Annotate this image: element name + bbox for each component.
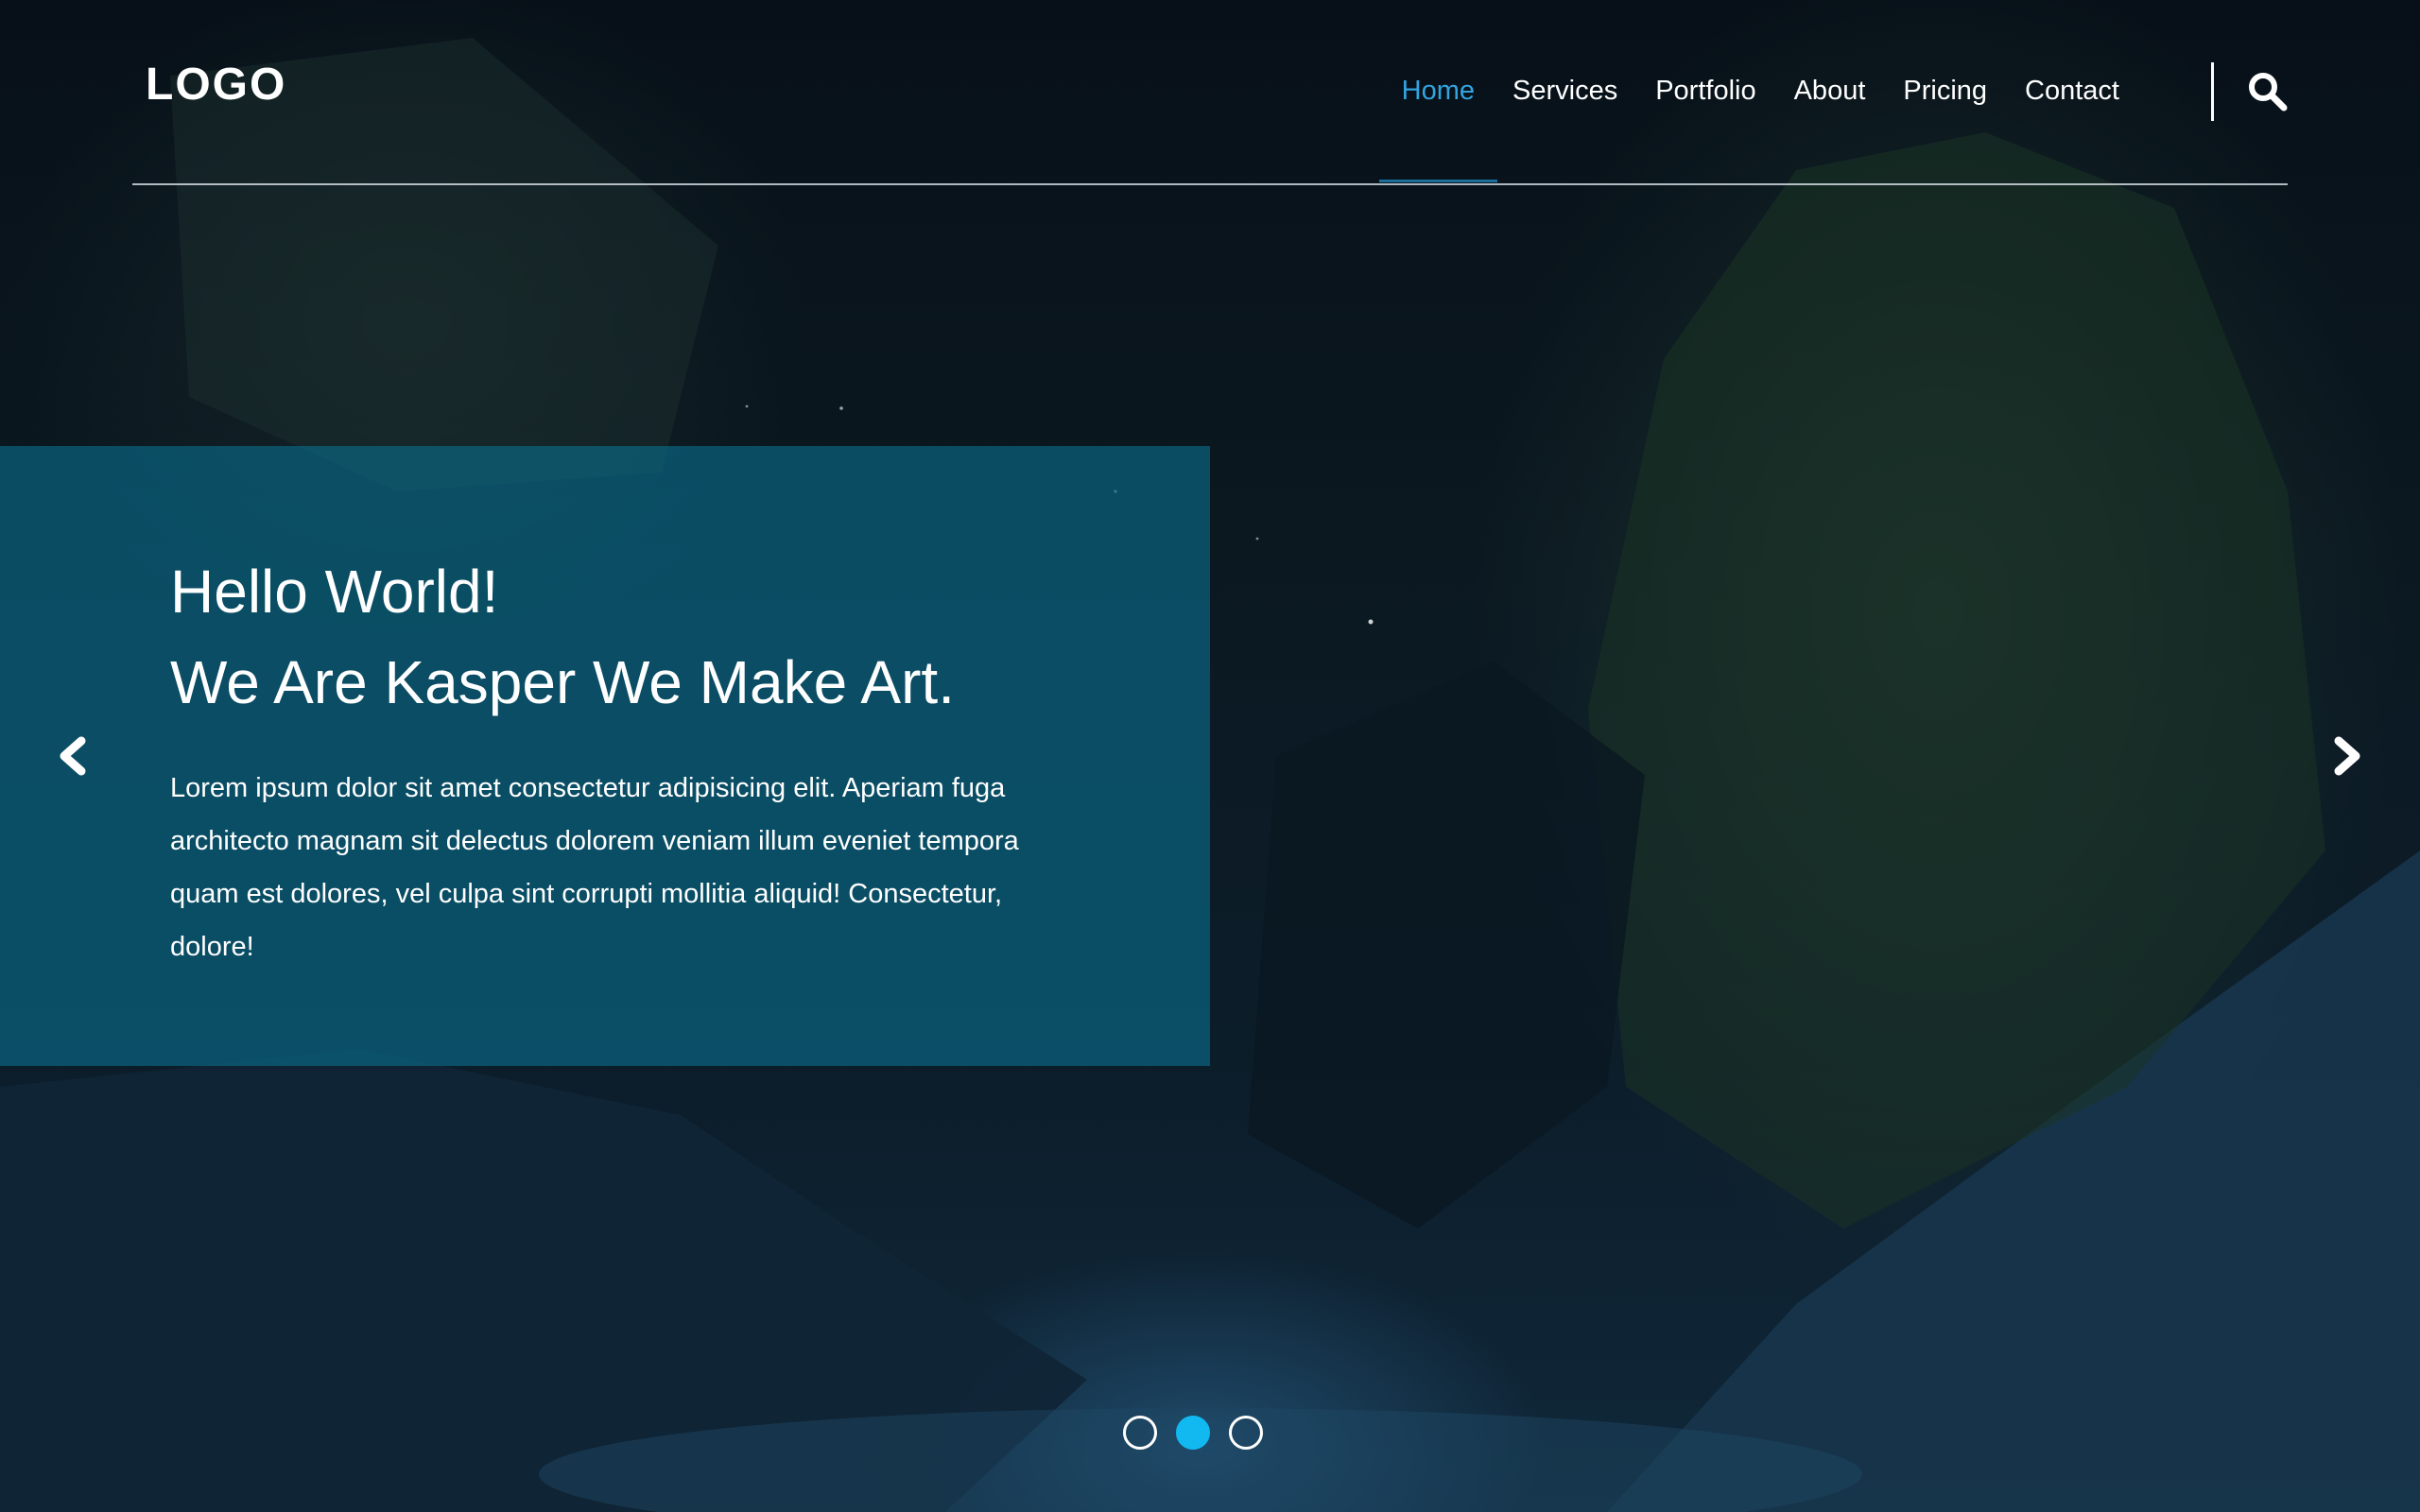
navbar: LOGO Home Services Portfolio About Prici… (132, 0, 2288, 185)
slide-heading-line2: We Are Kasper We Make Art. (170, 648, 955, 716)
slide-caption: Hello World! We Are Kasper We Make Art. … (0, 446, 1210, 1066)
nav-link-contact[interactable]: Contact (2006, 70, 2138, 112)
nav-divider (2211, 62, 2214, 121)
nav-link-pricing[interactable]: Pricing (1884, 70, 2006, 112)
nav-link-portfolio[interactable]: Portfolio (1636, 70, 1774, 112)
nav-link-services[interactable]: Services (1494, 70, 1636, 112)
search-icon[interactable] (2246, 70, 2288, 112)
logo[interactable]: LOGO (146, 59, 286, 111)
nav-link-home[interactable]: Home (1378, 70, 1498, 182)
slide-heading-line1: Hello World! (170, 558, 499, 626)
slider-pagination (1123, 1416, 1263, 1450)
slider-dot-2[interactable] (1176, 1416, 1210, 1450)
hero-slider: LOGO Home Services Portfolio About Prici… (0, 0, 2420, 1512)
slide-body-text: Lorem ipsum dolor sit amet consectetur a… (170, 773, 1019, 962)
slider-dot-3[interactable] (1229, 1416, 1263, 1450)
slide-heading: Hello World! We Are Kasper We Make Art. (170, 546, 955, 728)
nav-menu: Home Services Portfolio About Pricing Co… (1378, 70, 2138, 182)
nav-link-about[interactable]: About (1775, 70, 1885, 112)
chevron-right-icon[interactable] (2318, 728, 2375, 784)
chevron-left-icon[interactable] (45, 728, 102, 784)
slider-dot-1[interactable] (1123, 1416, 1157, 1450)
